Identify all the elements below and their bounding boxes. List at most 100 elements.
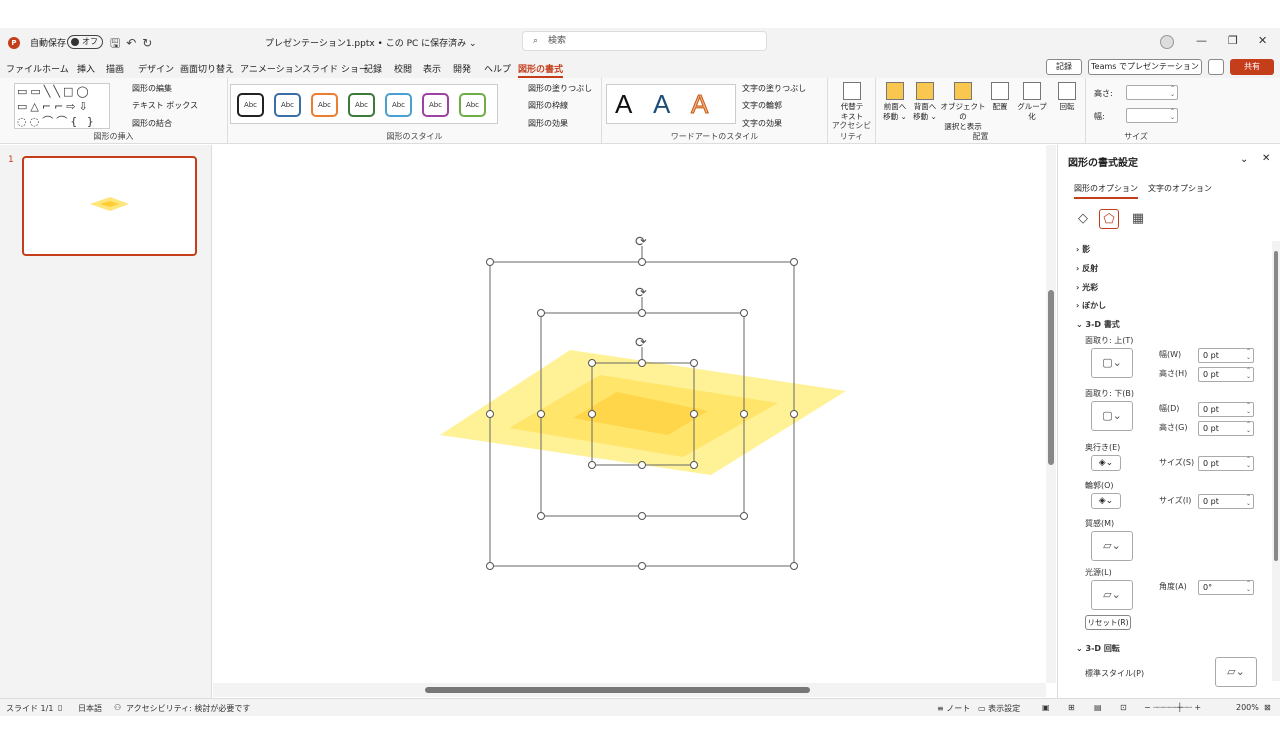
section-reflection[interactable]: › 反射	[1076, 263, 1098, 274]
slide-thumbnail[interactable]	[22, 156, 197, 256]
tab-text-options[interactable]: 文字のオプション	[1148, 183, 1212, 194]
zoom-slider[interactable]: − ┈┈┈┈┈┼┈┈ +	[1144, 703, 1201, 712]
tab-design[interactable]: デザイン	[138, 62, 174, 75]
comments-button[interactable]	[1208, 59, 1224, 75]
search-box[interactable]: ⌕ 検索	[522, 31, 767, 51]
fill-line-icon[interactable]: ◇	[1073, 209, 1093, 229]
close-icon[interactable]: ✕	[1258, 34, 1267, 47]
vertical-scroll-thumb[interactable]	[1048, 290, 1054, 465]
section-glow[interactable]: › 光彩	[1076, 282, 1098, 293]
shape-fill-button[interactable]: 図形の塗りつぶし	[528, 83, 592, 94]
angle-input[interactable]: 0°	[1198, 580, 1254, 595]
vertical-scrollbar[interactable]	[1046, 145, 1056, 683]
undo-icon[interactable]: ↶	[126, 36, 142, 50]
restore-icon[interactable]: ❐	[1228, 34, 1238, 47]
send-backward-button[interactable]: 背面へ 移動 ⌄	[910, 82, 940, 122]
notes-button[interactable]: ≡ ノート	[937, 703, 970, 714]
minimize-icon[interactable]: —	[1196, 34, 1207, 47]
tab-view[interactable]: 表示	[423, 62, 441, 75]
fit-slide-icon[interactable]: ⊠	[1264, 703, 1271, 712]
record-button[interactable]: 記録	[1046, 59, 1082, 75]
style-swatch[interactable]: Abc	[422, 93, 449, 117]
style-swatch[interactable]: Abc	[385, 93, 412, 117]
style-swatch[interactable]: Abc	[274, 93, 301, 117]
shape-outline-button[interactable]: 図形の枠線	[528, 100, 568, 111]
accessibility-status[interactable]: アクセシビリティ: 検討が必要です	[126, 703, 250, 714]
shape-style-gallery[interactable]: Abc Abc Abc Abc Abc Abc Abc	[230, 84, 498, 124]
tab-file[interactable]: ファイル	[6, 62, 42, 75]
tab-developer[interactable]: 開発	[453, 62, 471, 75]
horizontal-scrollbar[interactable]	[213, 683, 1046, 697]
style-swatch[interactable]: Abc	[311, 93, 338, 117]
tab-shape-options[interactable]: 図形のオプション	[1074, 183, 1138, 199]
tab-transitions[interactable]: 画面切り替え	[180, 62, 234, 75]
normal-view-icon[interactable]: ▣	[1042, 703, 1050, 712]
wordart-swatch[interactable]: A	[690, 89, 708, 120]
shape-effects-button[interactable]: 図形の効果	[528, 118, 568, 129]
slideshow-view-icon[interactable]: ⊡	[1120, 703, 1127, 712]
wordart-swatch[interactable]: A	[653, 89, 670, 120]
style-swatch[interactable]: Abc	[237, 93, 264, 117]
pane-scrollbar[interactable]	[1272, 241, 1280, 681]
alt-text-button[interactable]: 代替テ キスト	[836, 82, 868, 122]
depth-color-button[interactable]: ◈⌄	[1091, 455, 1121, 471]
reading-view-icon[interactable]: ▤	[1094, 703, 1102, 712]
zoom-level[interactable]: 200%	[1236, 703, 1259, 712]
display-settings-button[interactable]: ▭ 表示設定	[978, 703, 1020, 714]
tab-record[interactable]: 記録	[364, 62, 382, 75]
pane-scroll-thumb[interactable]	[1274, 251, 1278, 561]
wordart-swatch[interactable]: A	[615, 89, 632, 120]
tab-draw[interactable]: 描画	[106, 62, 124, 75]
slide-canvas[interactable]: ⟳ ⟳ ⟳	[213, 145, 1046, 683]
style-swatch[interactable]: Abc	[348, 93, 375, 117]
tab-animations[interactable]: アニメーション	[240, 62, 303, 75]
align-button[interactable]: 配置	[988, 82, 1012, 112]
contour-size-input[interactable]: 0 pt	[1198, 494, 1254, 509]
bevel-top-height-input[interactable]: 0 pt	[1198, 367, 1254, 382]
file-name[interactable]: プレゼンテーション1.pptx • この PC に保存済み ⌄	[265, 36, 477, 49]
contour-color-button[interactable]: ◈⌄	[1091, 493, 1121, 509]
text-effects-button[interactable]: 文字の効果	[742, 118, 782, 129]
text-box-button[interactable]: テキスト ボックス	[132, 100, 198, 111]
rotate-button[interactable]: 回転	[1054, 82, 1080, 112]
bevel-top-button[interactable]: ▢⌄	[1091, 348, 1133, 378]
spell-check-icon[interactable]: ▯	[58, 703, 62, 712]
horizontal-scroll-thumb[interactable]	[425, 687, 810, 693]
section-shadow[interactable]: › 影	[1076, 244, 1090, 255]
share-button[interactable]: 共有	[1230, 59, 1274, 75]
bevel-bottom-button[interactable]: ▢⌄	[1091, 401, 1133, 431]
collapse-icon[interactable]: ⌄	[1240, 154, 1248, 165]
language-indicator[interactable]: 日本語	[78, 703, 102, 714]
tab-review[interactable]: 校閲	[394, 62, 412, 75]
slide-sorter-icon[interactable]: ⊞	[1068, 703, 1075, 712]
tab-slideshow[interactable]: スライド ショー	[302, 62, 368, 75]
text-fill-button[interactable]: 文字の塗りつぶし	[742, 83, 806, 94]
autosave-toggle[interactable]: オフ	[67, 35, 103, 49]
size-properties-icon[interactable]: ▦	[1128, 209, 1148, 229]
tab-insert[interactable]: 挿入	[77, 62, 95, 75]
quick-access-toolbar[interactable]: 🖫↶↻	[110, 34, 158, 55]
bevel-bottom-width-input[interactable]: 0 pt	[1198, 402, 1254, 417]
height-input[interactable]	[1126, 85, 1178, 100]
style-swatch[interactable]: Abc	[459, 93, 486, 117]
present-in-teams-button[interactable]: Teams でプレゼンテーション	[1088, 59, 1202, 75]
preset-button[interactable]: ▱⌄	[1215, 657, 1257, 687]
effects-icon[interactable]: ⬠	[1099, 209, 1119, 229]
bevel-top-width-input[interactable]: 0 pt	[1198, 348, 1254, 363]
width-input[interactable]	[1126, 108, 1178, 123]
tab-shape-format[interactable]: 図形の書式	[518, 62, 564, 78]
section-3d-format[interactable]: ⌄ 3-D 書式	[1076, 319, 1120, 330]
material-button[interactable]: ▱⌄	[1091, 531, 1133, 561]
lighting-button[interactable]: ▱⌄	[1091, 580, 1133, 610]
text-outline-button[interactable]: 文字の輪郭	[742, 100, 782, 111]
edit-shape-button[interactable]: 図形の編集	[132, 83, 172, 94]
bevel-bottom-height-input[interactable]: 0 pt	[1198, 421, 1254, 436]
section-3d-rotation[interactable]: ⌄ 3-D 回転	[1076, 643, 1120, 654]
shapes-gallery[interactable]: ▭▭╲╲□◯ ▭△⌐⌐⇨⇩ ◌◌⌒⌒{ }	[14, 83, 110, 129]
redo-icon[interactable]: ↻	[142, 36, 158, 50]
depth-size-input[interactable]: 0 pt	[1198, 456, 1254, 471]
save-icon[interactable]: 🖫	[110, 36, 126, 50]
tab-help[interactable]: ヘルプ	[484, 62, 511, 75]
account-avatar[interactable]	[1160, 35, 1174, 49]
reset-button[interactable]: リセット(R)	[1085, 615, 1131, 630]
